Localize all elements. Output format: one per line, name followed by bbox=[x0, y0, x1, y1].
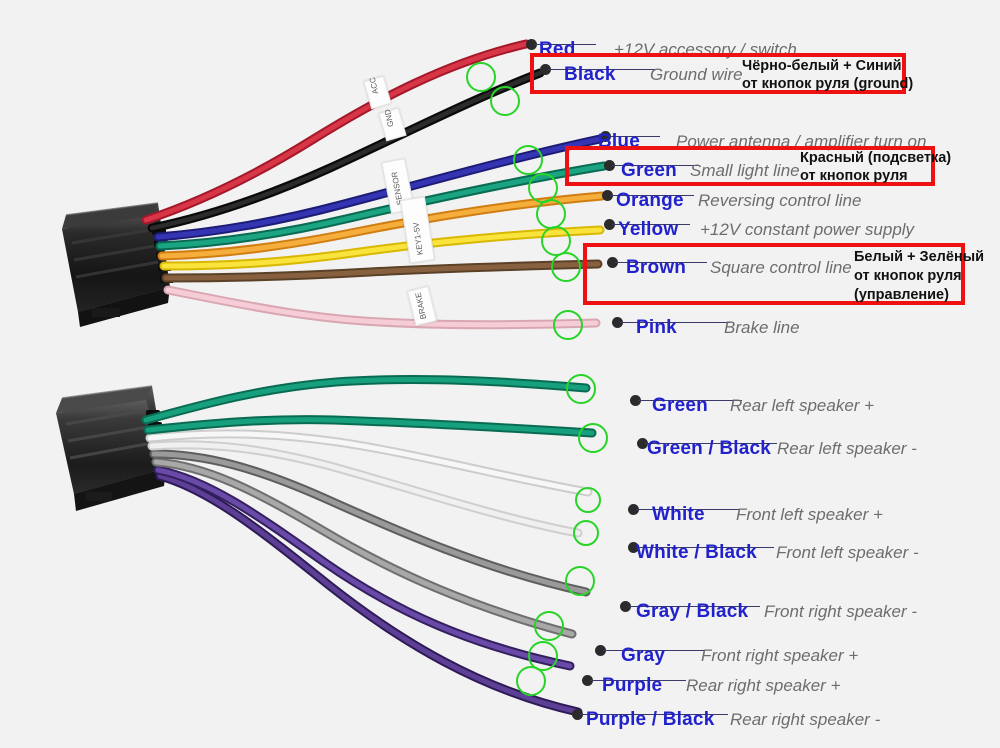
marker-circle-speaker-white-black bbox=[573, 520, 599, 546]
marker-circle-blue bbox=[513, 145, 543, 175]
wire-row-orange[interactable]: Orange Reversing control line bbox=[602, 190, 1000, 212]
speaker-row-white-black[interactable]: White / Black Front left speaker - bbox=[628, 542, 1000, 564]
marker-circle-speaker-gray bbox=[534, 611, 564, 641]
wire-description: +12V constant power supply bbox=[700, 220, 915, 239]
annotation-line: от кнопок руля (ground) bbox=[742, 76, 914, 92]
wire-color-label: Purple / Black bbox=[586, 709, 715, 730]
wire-color-label: Green bbox=[652, 395, 708, 416]
speaker-row-gray-black[interactable]: Gray / Black Front right speaker - bbox=[620, 601, 1000, 623]
wire-color-label: Green / Black bbox=[647, 438, 772, 459]
wire-color-label: Gray bbox=[621, 645, 666, 666]
speaker-row-purple-black[interactable]: Purple / Black Rear right speaker - bbox=[572, 709, 982, 731]
wire-color-label: Orange bbox=[616, 190, 684, 211]
speaker-row-purple[interactable]: Purple Rear right speaker + bbox=[582, 675, 982, 697]
wire-color-label: Yellow bbox=[618, 219, 679, 240]
marker-circle-speaker-purple-black bbox=[516, 666, 546, 696]
wire-description: Front left speaker - bbox=[776, 543, 919, 562]
marker-circle-red bbox=[466, 62, 496, 92]
wire-color-label: White / Black bbox=[636, 542, 757, 563]
wire-description: Rear right speaker + bbox=[686, 676, 841, 695]
wire-color-label: Purple bbox=[602, 675, 663, 696]
wire-row-pink[interactable]: Pink Brake line bbox=[612, 317, 1000, 339]
annotation-line: от кнопок руля bbox=[800, 168, 908, 184]
annotation-line: Белый + Зелёный bbox=[854, 249, 984, 265]
annotation-line: Красный (подсветка) bbox=[800, 150, 952, 166]
wire-description: Brake line bbox=[724, 318, 800, 337]
wire-description: Rear left speaker + bbox=[730, 396, 875, 415]
speaker-row-green-black[interactable]: Green / Black Rear left speaker - bbox=[637, 438, 1000, 460]
wiring-diagram: ACC GND SENSOR KEY1-5V BRAKE Red +12V ac… bbox=[0, 0, 1000, 748]
speaker-row-green[interactable]: Green Rear left speaker + bbox=[630, 395, 1000, 417]
wire-description: Reversing control line bbox=[698, 191, 862, 210]
wire-description: Front right speaker + bbox=[701, 646, 859, 665]
speaker-row-gray[interactable]: Gray Front right speaker + bbox=[595, 645, 995, 667]
marker-circle-black bbox=[490, 86, 520, 116]
wire-description: Front right speaker - bbox=[764, 602, 918, 621]
speaker-row-white[interactable]: White Front left speaker + bbox=[628, 504, 1000, 526]
wire-description: Front left speaker + bbox=[736, 505, 883, 524]
wire-color-label: Pink bbox=[636, 317, 677, 338]
marker-circle-speaker-green bbox=[566, 374, 596, 404]
wire-description: Rear right speaker - bbox=[730, 710, 881, 729]
marker-circle-pink bbox=[553, 310, 583, 340]
marker-circle-speaker-green-black bbox=[578, 423, 608, 453]
marker-circle-orange bbox=[536, 199, 566, 229]
marker-circle-speaker-white bbox=[575, 487, 601, 513]
wire-tag-brake-text: BRAKE bbox=[413, 291, 429, 321]
wire-color-label: White bbox=[652, 504, 705, 525]
power-connector-body bbox=[62, 202, 174, 327]
annotation-line: (управление) bbox=[854, 287, 949, 303]
marker-circle-brown bbox=[551, 252, 581, 282]
annotation-line: от кнопок руля bbox=[854, 268, 962, 284]
wire-tag-key1-text: KEY1-5V bbox=[411, 221, 425, 256]
wire-tag-gnd-text: GND bbox=[382, 108, 396, 128]
wire-row-yellow[interactable]: Yellow +12V constant power supply bbox=[604, 219, 1000, 241]
wire-tag-acc-text: ACC bbox=[367, 76, 381, 95]
marker-circle-speaker-gray-black bbox=[565, 566, 595, 596]
annotation-line: Чёрно-белый + Синий bbox=[742, 58, 902, 74]
wire-description: Rear left speaker - bbox=[777, 439, 917, 458]
wire-color-label: Gray / Black bbox=[636, 601, 749, 622]
